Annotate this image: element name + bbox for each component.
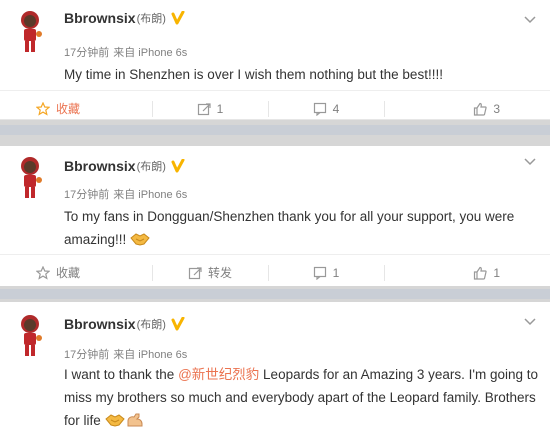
avatar[interactable]: [14, 314, 46, 358]
username[interactable]: Bbrownsix: [64, 316, 136, 332]
repost-icon: [197, 102, 211, 115]
thumbs-up-icon: [474, 266, 487, 280]
user-row: Bbrownsix (布朗): [64, 10, 185, 26]
repost-label: 转发: [207, 266, 232, 280]
username[interactable]: Bbrownsix: [64, 158, 136, 174]
handshake-emoji-icon: [130, 233, 150, 246]
thumbs-up-icon: [474, 102, 487, 116]
repost-count: 1: [216, 101, 224, 116]
repost-icon: [188, 266, 202, 279]
username[interactable]: Bbrownsix: [64, 10, 136, 26]
post-text: I want to thank the @新世纪烈豹 Leopards for …: [64, 363, 540, 429]
mention-link[interactable]: @新世纪烈豹: [178, 367, 259, 382]
chevron-down-icon[interactable]: [524, 16, 536, 24]
action-bar: 收藏 1 4 3: [0, 90, 550, 126]
timestamp: 17分钟前: [64, 47, 110, 59]
weibo-post: Bbrownsix (布朗) 17分钟前 来自 iPhone 6s To my f…: [0, 146, 550, 286]
verified-badge-icon: [171, 11, 185, 25]
favorite-button[interactable]: 收藏: [0, 91, 152, 126]
chevron-down-icon[interactable]: [524, 318, 536, 326]
comment-count: 1: [332, 265, 340, 280]
post-separator: [0, 125, 550, 135]
timestamp: 17分钟前: [64, 349, 110, 361]
comment-icon: [313, 266, 326, 280]
post-text-line: amazing!!!: [64, 232, 127, 247]
weibo-post: Bbrownsix (布朗) 17分钟前 来自 iPhone 6s My time…: [0, 0, 550, 120]
like-count: 1: [493, 265, 500, 280]
user-row: Bbrownsix (布朗): [64, 158, 185, 174]
verified-badge-icon: [171, 317, 185, 331]
username-cn: (布朗): [136, 319, 166, 331]
repost-button[interactable]: 转发: [152, 255, 268, 290]
avatar[interactable]: [14, 10, 46, 54]
post-meta: 17分钟前 来自 iPhone 6s: [64, 346, 191, 362]
comment-button[interactable]: 4: [268, 91, 384, 126]
post-text: My time in Shenzhen is over I wish them …: [64, 67, 443, 82]
source: 来自 iPhone 6s: [113, 349, 188, 361]
timestamp: 17分钟前: [64, 189, 110, 201]
post-text-line: To my fans in Dongguan/Shenzhen thank yo…: [64, 209, 515, 224]
flexed-biceps-emoji-icon: [127, 413, 143, 427]
action-bar: 收藏 转发 1 1: [0, 254, 550, 290]
handshake-emoji-icon: [104, 414, 125, 427]
username-cn: (布朗): [136, 13, 166, 25]
chevron-down-icon[interactable]: [524, 158, 536, 166]
source: 来自 iPhone 6s: [113, 189, 188, 201]
favorite-label: 收藏: [56, 266, 81, 280]
comment-count: 4: [332, 101, 340, 116]
like-count: 3: [493, 101, 500, 116]
post-text: To my fans in Dongguan/Shenzhen thank yo…: [64, 205, 540, 251]
comment-icon: [313, 102, 326, 116]
user-row: Bbrownsix (布朗): [64, 316, 185, 332]
post-text-prefix: I want to thank the: [64, 367, 179, 382]
post-meta: 17分钟前 来自 iPhone 6s: [64, 186, 191, 202]
verified-badge-icon: [171, 159, 185, 173]
comment-button[interactable]: 1: [268, 255, 384, 290]
source: 来自 iPhone 6s: [113, 47, 188, 59]
post-meta: 17分钟前 来自 iPhone 6s: [64, 44, 191, 60]
weibo-post: Bbrownsix (布朗) 17分钟前 来自 iPhone 6s I want …: [0, 302, 550, 429]
post-separator: [0, 289, 550, 299]
star-icon: [36, 265, 50, 280]
favorite-label: 收藏: [56, 102, 81, 116]
like-button[interactable]: 3: [384, 91, 550, 126]
username-cn: (布朗): [136, 161, 166, 173]
like-button[interactable]: 1: [384, 255, 550, 290]
repost-button[interactable]: 1: [152, 91, 268, 126]
avatar[interactable]: [14, 156, 46, 200]
favorite-button[interactable]: 收藏: [0, 255, 152, 290]
star-icon: [36, 101, 50, 116]
